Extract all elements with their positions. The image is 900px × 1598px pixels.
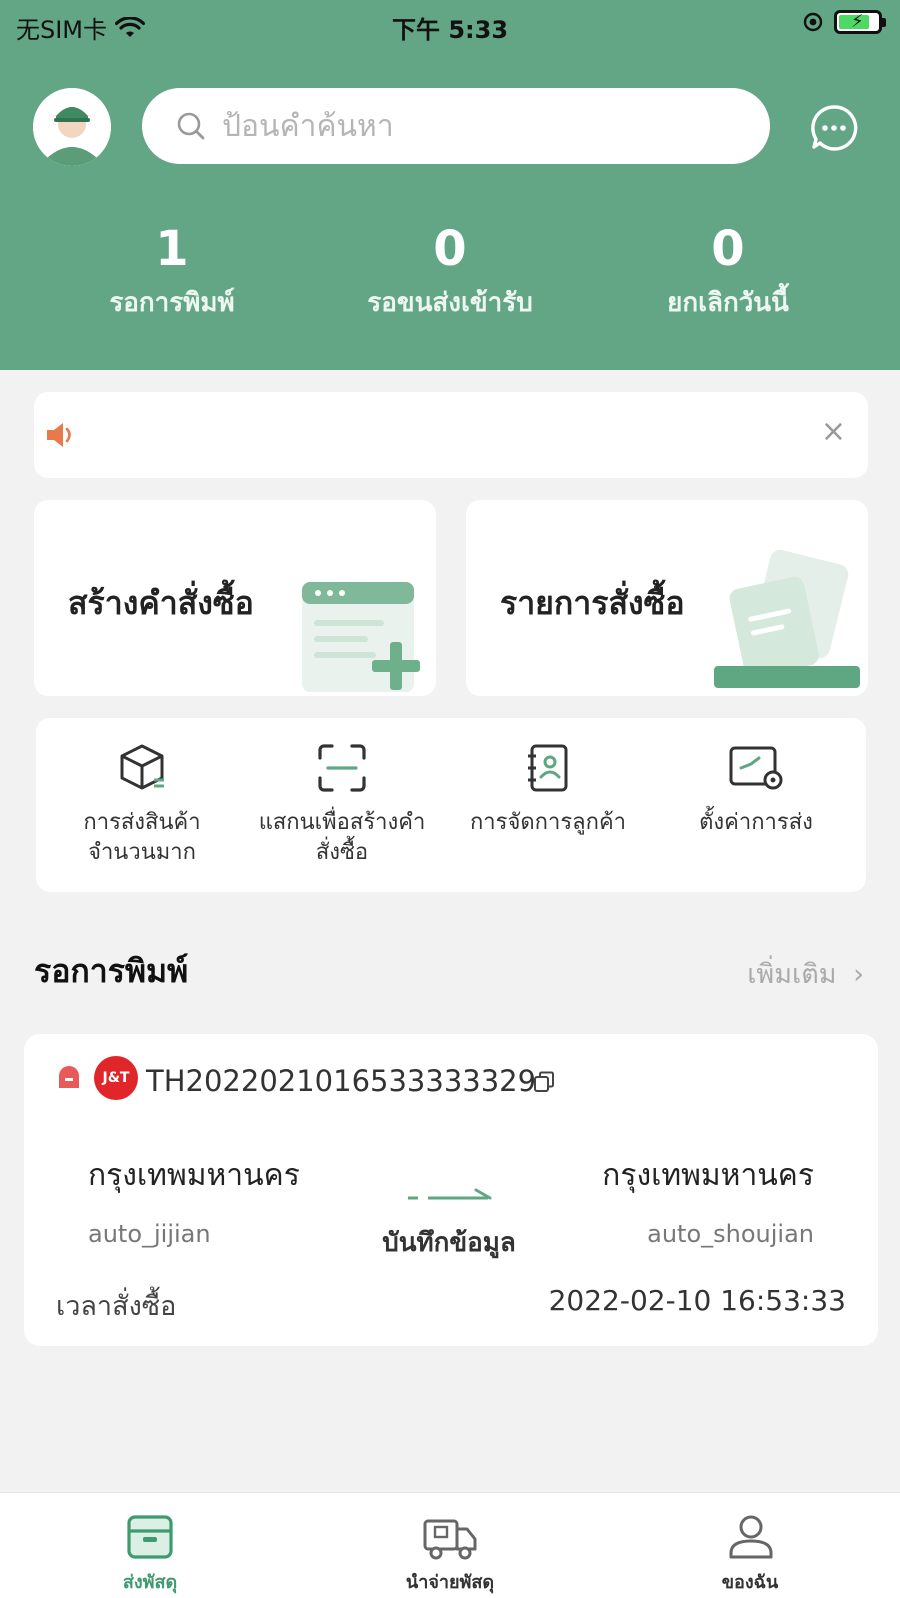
order-list-title: รายการสั่งซื้อ: [500, 584, 685, 622]
search-icon: [177, 112, 205, 140]
orientation-lock-icon: [803, 12, 823, 32]
delivery-truck-icon: [423, 1519, 477, 1560]
user-avatar-icon: [33, 88, 111, 166]
tab-label: นำจ่ายพัสดุ: [405, 1572, 495, 1593]
more-link[interactable]: เพิ่มเติม ›: [747, 952, 864, 995]
tab-label: ของฉัน: [721, 1572, 779, 1593]
sender-city: กรุงเทพมหานคร: [88, 1158, 300, 1193]
search-placeholder: ป้อนคำค้นหา: [222, 108, 394, 144]
stat-cancelled-today[interactable]: 0 ยกเลิกวันนี้: [598, 220, 858, 323]
shipping-settings-icon: [729, 746, 783, 790]
tab-bar: ส่งพัสดุ นำจ่ายพัสดุ ของฉัน: [0, 1492, 900, 1598]
stat-pending-print[interactable]: 1 รอการพิมพ์: [42, 220, 302, 323]
status-time: 下午 5:33: [391, 16, 509, 44]
chevron-right-icon: ›: [853, 959, 864, 990]
address-badge-icon: [59, 1066, 79, 1088]
scan-icon: [318, 744, 366, 792]
stat-label: ยกเลิกวันนี้: [667, 288, 789, 318]
tab-deliver-parcel[interactable]: นำจ่ายพัสดุ: [350, 1513, 550, 1596]
jt-logo: J&T: [94, 1056, 138, 1100]
quick-action-customers[interactable]: การจัดการลูกค้า: [448, 742, 648, 838]
quick-actions-panel: การส่งสินค้า จำนวนมาก แสกนเพื่อสร้างคำ ส…: [36, 718, 866, 892]
quick-action-scan-order[interactable]: แสกนเพื่อสร้างคำ สั่งซื้อ: [242, 742, 442, 868]
avatar[interactable]: [33, 88, 111, 166]
more-label: เพิ่มเติม: [747, 959, 837, 990]
copy-icon[interactable]: [532, 1070, 556, 1094]
quick-action-shipping-settings[interactable]: ตั้งค่าการส่ง: [656, 742, 856, 838]
quick-action-label: แสกนเพื่อสร้างคำ สั่งซื้อ: [258, 810, 426, 865]
close-icon[interactable]: ×: [821, 414, 846, 449]
stat-value: 0: [433, 221, 467, 277]
notice-bar: ×: [34, 392, 868, 478]
message-icon[interactable]: [810, 104, 858, 152]
header-banner: 无SIM卡 下午 5:33 ⚡ ป้อนคำค้นหา 1 รอการพิมพ์…: [0, 0, 900, 370]
quick-action-label: การจัดการลูกค้า: [469, 810, 627, 835]
parcel-box-icon: [127, 1515, 173, 1559]
order-time-label: เวลาสั่งซื้อ: [56, 1291, 177, 1322]
sender-name: auto_jijian: [88, 1220, 211, 1248]
profile-icon: [729, 1515, 773, 1559]
section-title: รอการพิมพ์: [34, 952, 189, 990]
speaker-icon: [47, 423, 71, 447]
stats-row: 1 รอการพิมพ์ 0 รอขนส่งเข้ารับ 0 ยกเลิกวั…: [0, 220, 900, 330]
order-card[interactable]: J&T TH2022021016533333329 กรุงเทพมหานคร …: [24, 1034, 878, 1346]
stat-awaiting-pickup[interactable]: 0 รอขนส่งเข้ารับ: [320, 220, 580, 323]
order-time-value: 2022-02-10 16:53:33: [548, 1284, 846, 1317]
arrow-right-icon: [408, 1188, 492, 1200]
box-icon: [120, 744, 164, 790]
create-order-icon: [302, 582, 420, 692]
quick-action-label: ตั้งค่าการส่ง: [699, 810, 813, 835]
tab-label: ส่งพัสดุ: [122, 1572, 178, 1593]
stat-label: รอขนส่งเข้ารับ: [367, 288, 533, 318]
tab-send-parcel[interactable]: ส่งพัสดุ: [50, 1513, 250, 1596]
status-bar: 无SIM卡 下午 5:33 ⚡: [0, 0, 900, 48]
battery-icon: ⚡: [834, 10, 886, 34]
search-input[interactable]: ป้อนคำค้นหา: [142, 88, 770, 164]
stat-value: 1: [155, 221, 189, 277]
tab-mine[interactable]: ของฉัน: [650, 1513, 850, 1596]
contacts-icon: [528, 744, 568, 792]
receiver-name: auto_shoujian: [647, 1220, 814, 1248]
stat-value: 0: [711, 221, 745, 277]
quick-action-bulk-shipping[interactable]: การส่งสินค้า จำนวนมาก: [42, 742, 242, 868]
order-list-icon: [714, 549, 860, 688]
order-status: บันทึกข้อมูล: [382, 1228, 516, 1258]
stat-label: รอการพิมพ์: [109, 288, 235, 318]
order-list-card[interactable]: รายการสั่งซื้อ: [466, 500, 868, 696]
quick-action-label: การส่งสินค้า จำนวนมาก: [83, 810, 201, 865]
create-order-card[interactable]: สร้างคำสั่งซื้อ: [34, 500, 436, 696]
create-order-title: สร้างคำสั่งซื้อ: [68, 584, 254, 622]
tracking-number: TH2022021016533333329: [146, 1064, 537, 1098]
receiver-city: กรุงเทพมหานคร: [602, 1158, 814, 1193]
